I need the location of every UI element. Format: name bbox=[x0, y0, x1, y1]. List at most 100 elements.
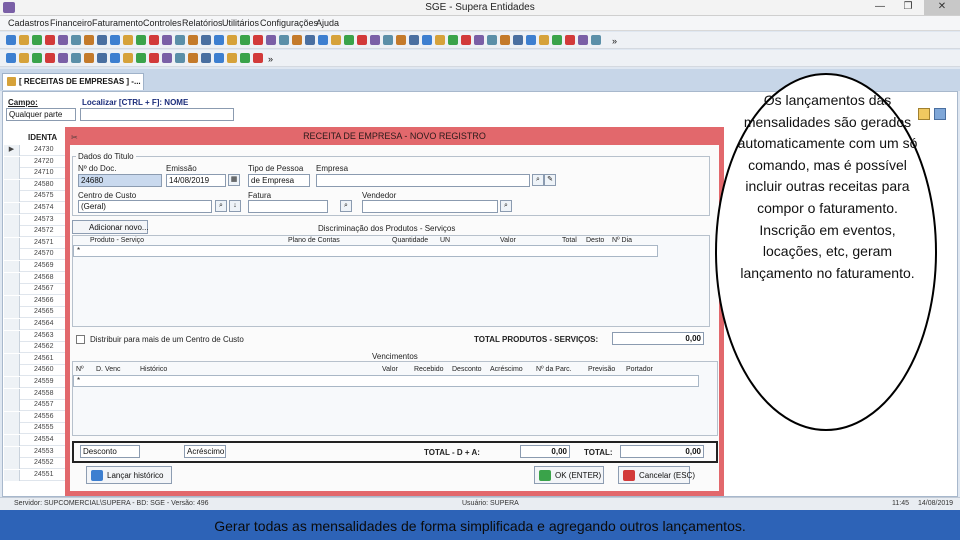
toolbar-button-icon[interactable] bbox=[32, 53, 42, 63]
toolbar-button-icon[interactable] bbox=[214, 35, 224, 45]
menu-financeiro[interactable]: Financeiro bbox=[50, 18, 92, 28]
toolbar-button-icon[interactable] bbox=[383, 35, 393, 45]
grid-row[interactable]: 24567 bbox=[4, 284, 68, 296]
toolbar-button-icon[interactable] bbox=[526, 35, 536, 45]
toolbar-button-icon[interactable] bbox=[84, 53, 94, 63]
ok-button[interactable]: OK (ENTER) bbox=[534, 466, 604, 484]
localizar-input[interactable] bbox=[80, 108, 234, 121]
toolbar-button-icon[interactable] bbox=[409, 35, 419, 45]
menu-controles[interactable]: Controles bbox=[143, 18, 182, 28]
toolbar-button-icon[interactable] bbox=[162, 35, 172, 45]
grid-row[interactable]: 24571 bbox=[4, 237, 68, 249]
grid-row[interactable]: 24555 bbox=[4, 423, 68, 435]
toolbar-button-icon[interactable] bbox=[240, 35, 250, 45]
menu-utilitarios[interactable]: Utilitários bbox=[222, 18, 259, 28]
toolbar-button-icon[interactable] bbox=[422, 35, 432, 45]
toolbar-button-icon[interactable] bbox=[500, 35, 510, 45]
close-button[interactable]: ✕ bbox=[924, 0, 960, 15]
toolbar-button-icon[interactable] bbox=[513, 35, 523, 45]
toolbar-button-icon[interactable] bbox=[123, 53, 133, 63]
menu-ajuda[interactable]: Ajuda bbox=[316, 18, 339, 28]
maximize-button[interactable]: ❐ bbox=[894, 0, 922, 15]
toolbar-button-icon[interactable] bbox=[253, 35, 263, 45]
grid-row[interactable]: 24551 bbox=[4, 469, 68, 481]
empresa-edit-icon[interactable]: ✎ bbox=[544, 174, 556, 186]
grid-row[interactable]: 24564 bbox=[4, 319, 68, 330]
grid-row[interactable]: 24556 bbox=[4, 411, 68, 423]
empresa-field[interactable] bbox=[316, 174, 530, 187]
fatura-search-icon[interactable]: ⌕ bbox=[340, 200, 352, 212]
toolbar-button-icon[interactable] bbox=[266, 35, 276, 45]
grid-row[interactable]: ▶ 24730 bbox=[4, 145, 68, 156]
grid-row[interactable]: 24558 bbox=[4, 388, 68, 400]
toolbar-button-icon[interactable] bbox=[188, 53, 198, 63]
minimize-button[interactable]: — bbox=[866, 0, 894, 15]
toolbar-button-icon[interactable] bbox=[305, 35, 315, 45]
toolbar-button-icon[interactable] bbox=[188, 35, 198, 45]
toolbar-button-icon[interactable] bbox=[149, 53, 159, 63]
toolbar-button-icon[interactable] bbox=[578, 35, 588, 45]
toolbar-button-icon[interactable] bbox=[435, 35, 445, 45]
toolbar-button-icon[interactable] bbox=[123, 35, 133, 45]
grid-row[interactable]: 24554 bbox=[4, 435, 68, 446]
toolbar-button-icon[interactable] bbox=[175, 53, 185, 63]
toolbar-button-icon[interactable] bbox=[71, 35, 81, 45]
toolbar-more-icon[interactable]: » bbox=[612, 36, 617, 46]
toolbar-button-icon[interactable] bbox=[448, 35, 458, 45]
toolbar-button-icon[interactable] bbox=[227, 53, 237, 63]
toolbar-button-icon[interactable] bbox=[58, 35, 68, 45]
toolbar-button-icon[interactable] bbox=[149, 35, 159, 45]
tab-receitas-empresas[interactable]: [ RECEITAS DE EMPRESAS ] -... bbox=[2, 73, 144, 90]
toolbar-button-icon[interactable] bbox=[97, 35, 107, 45]
grid-row[interactable]: 24552 bbox=[4, 458, 68, 470]
toolbar-button-icon[interactable] bbox=[19, 35, 29, 45]
toolbar-button-icon[interactable] bbox=[32, 35, 42, 45]
vendedor-search-icon[interactable]: ⌕ bbox=[500, 200, 512, 212]
toolbar-button-icon[interactable] bbox=[565, 35, 575, 45]
grid-row[interactable]: 24569 bbox=[4, 261, 68, 272]
toolbar-button-icon[interactable] bbox=[487, 35, 497, 45]
grid-row[interactable]: 24561 bbox=[4, 353, 68, 365]
toolbar-button-icon[interactable] bbox=[240, 53, 250, 63]
toolbar-button-icon[interactable] bbox=[175, 35, 185, 45]
campo-select[interactable]: Qualquer parte bbox=[6, 108, 76, 121]
grid-row[interactable]: 24553 bbox=[4, 446, 68, 458]
grid-row[interactable]: 24572 bbox=[4, 226, 68, 238]
grid-row[interactable]: 24710 bbox=[4, 168, 68, 180]
grid-row[interactable]: 24573 bbox=[4, 214, 68, 226]
calendar-icon[interactable]: ▦ bbox=[228, 174, 240, 186]
toolbar-button-icon[interactable] bbox=[136, 35, 146, 45]
distrib-checkbox[interactable] bbox=[76, 335, 85, 344]
toolbar-button-icon[interactable] bbox=[292, 35, 302, 45]
toolbar-button-icon[interactable] bbox=[331, 35, 341, 45]
toolbar-button-icon[interactable] bbox=[84, 35, 94, 45]
menu-relatorios[interactable]: Relatórios bbox=[182, 18, 223, 28]
toolbar-button-icon[interactable] bbox=[110, 35, 120, 45]
toolbar-button-icon[interactable] bbox=[539, 35, 549, 45]
toolbar-button-icon[interactable] bbox=[474, 35, 484, 45]
toolbar-button-icon[interactable] bbox=[357, 35, 367, 45]
menu-faturamento[interactable]: Faturamento bbox=[92, 18, 143, 28]
tipo-pessoa-select[interactable]: de Empresa bbox=[248, 174, 310, 187]
empresa-search-icon[interactable]: ⌕ bbox=[532, 174, 544, 186]
grid-row[interactable]: 24720 bbox=[4, 156, 68, 168]
toolbar-button-icon[interactable] bbox=[279, 35, 289, 45]
toolbar-button-icon[interactable] bbox=[253, 53, 263, 63]
toolbar-button-icon[interactable] bbox=[97, 53, 107, 63]
item-new-row[interactable] bbox=[73, 245, 658, 257]
toolbar-button-icon[interactable] bbox=[162, 53, 172, 63]
adicionar-button[interactable]: Adicionar novo... bbox=[72, 220, 149, 234]
toolbar-button-icon[interactable] bbox=[396, 35, 406, 45]
toolbar-button-icon[interactable] bbox=[45, 35, 55, 45]
grid-row[interactable]: 24565 bbox=[4, 307, 68, 319]
grid-row[interactable]: 24570 bbox=[4, 249, 68, 261]
toolbar-button-icon[interactable] bbox=[6, 35, 16, 45]
grid-row[interactable]: 24562 bbox=[4, 342, 68, 354]
cancelar-button[interactable]: Cancelar (ESC) bbox=[618, 466, 695, 484]
grid-row[interactable]: 24580 bbox=[4, 179, 68, 191]
vendedor-field[interactable] bbox=[362, 200, 498, 213]
toolbar-button-icon[interactable] bbox=[71, 53, 81, 63]
acrescimo-field[interactable]: Acréscimo bbox=[184, 445, 226, 458]
toolbar-button-icon[interactable] bbox=[318, 35, 328, 45]
grid-row[interactable]: 24566 bbox=[4, 295, 68, 307]
